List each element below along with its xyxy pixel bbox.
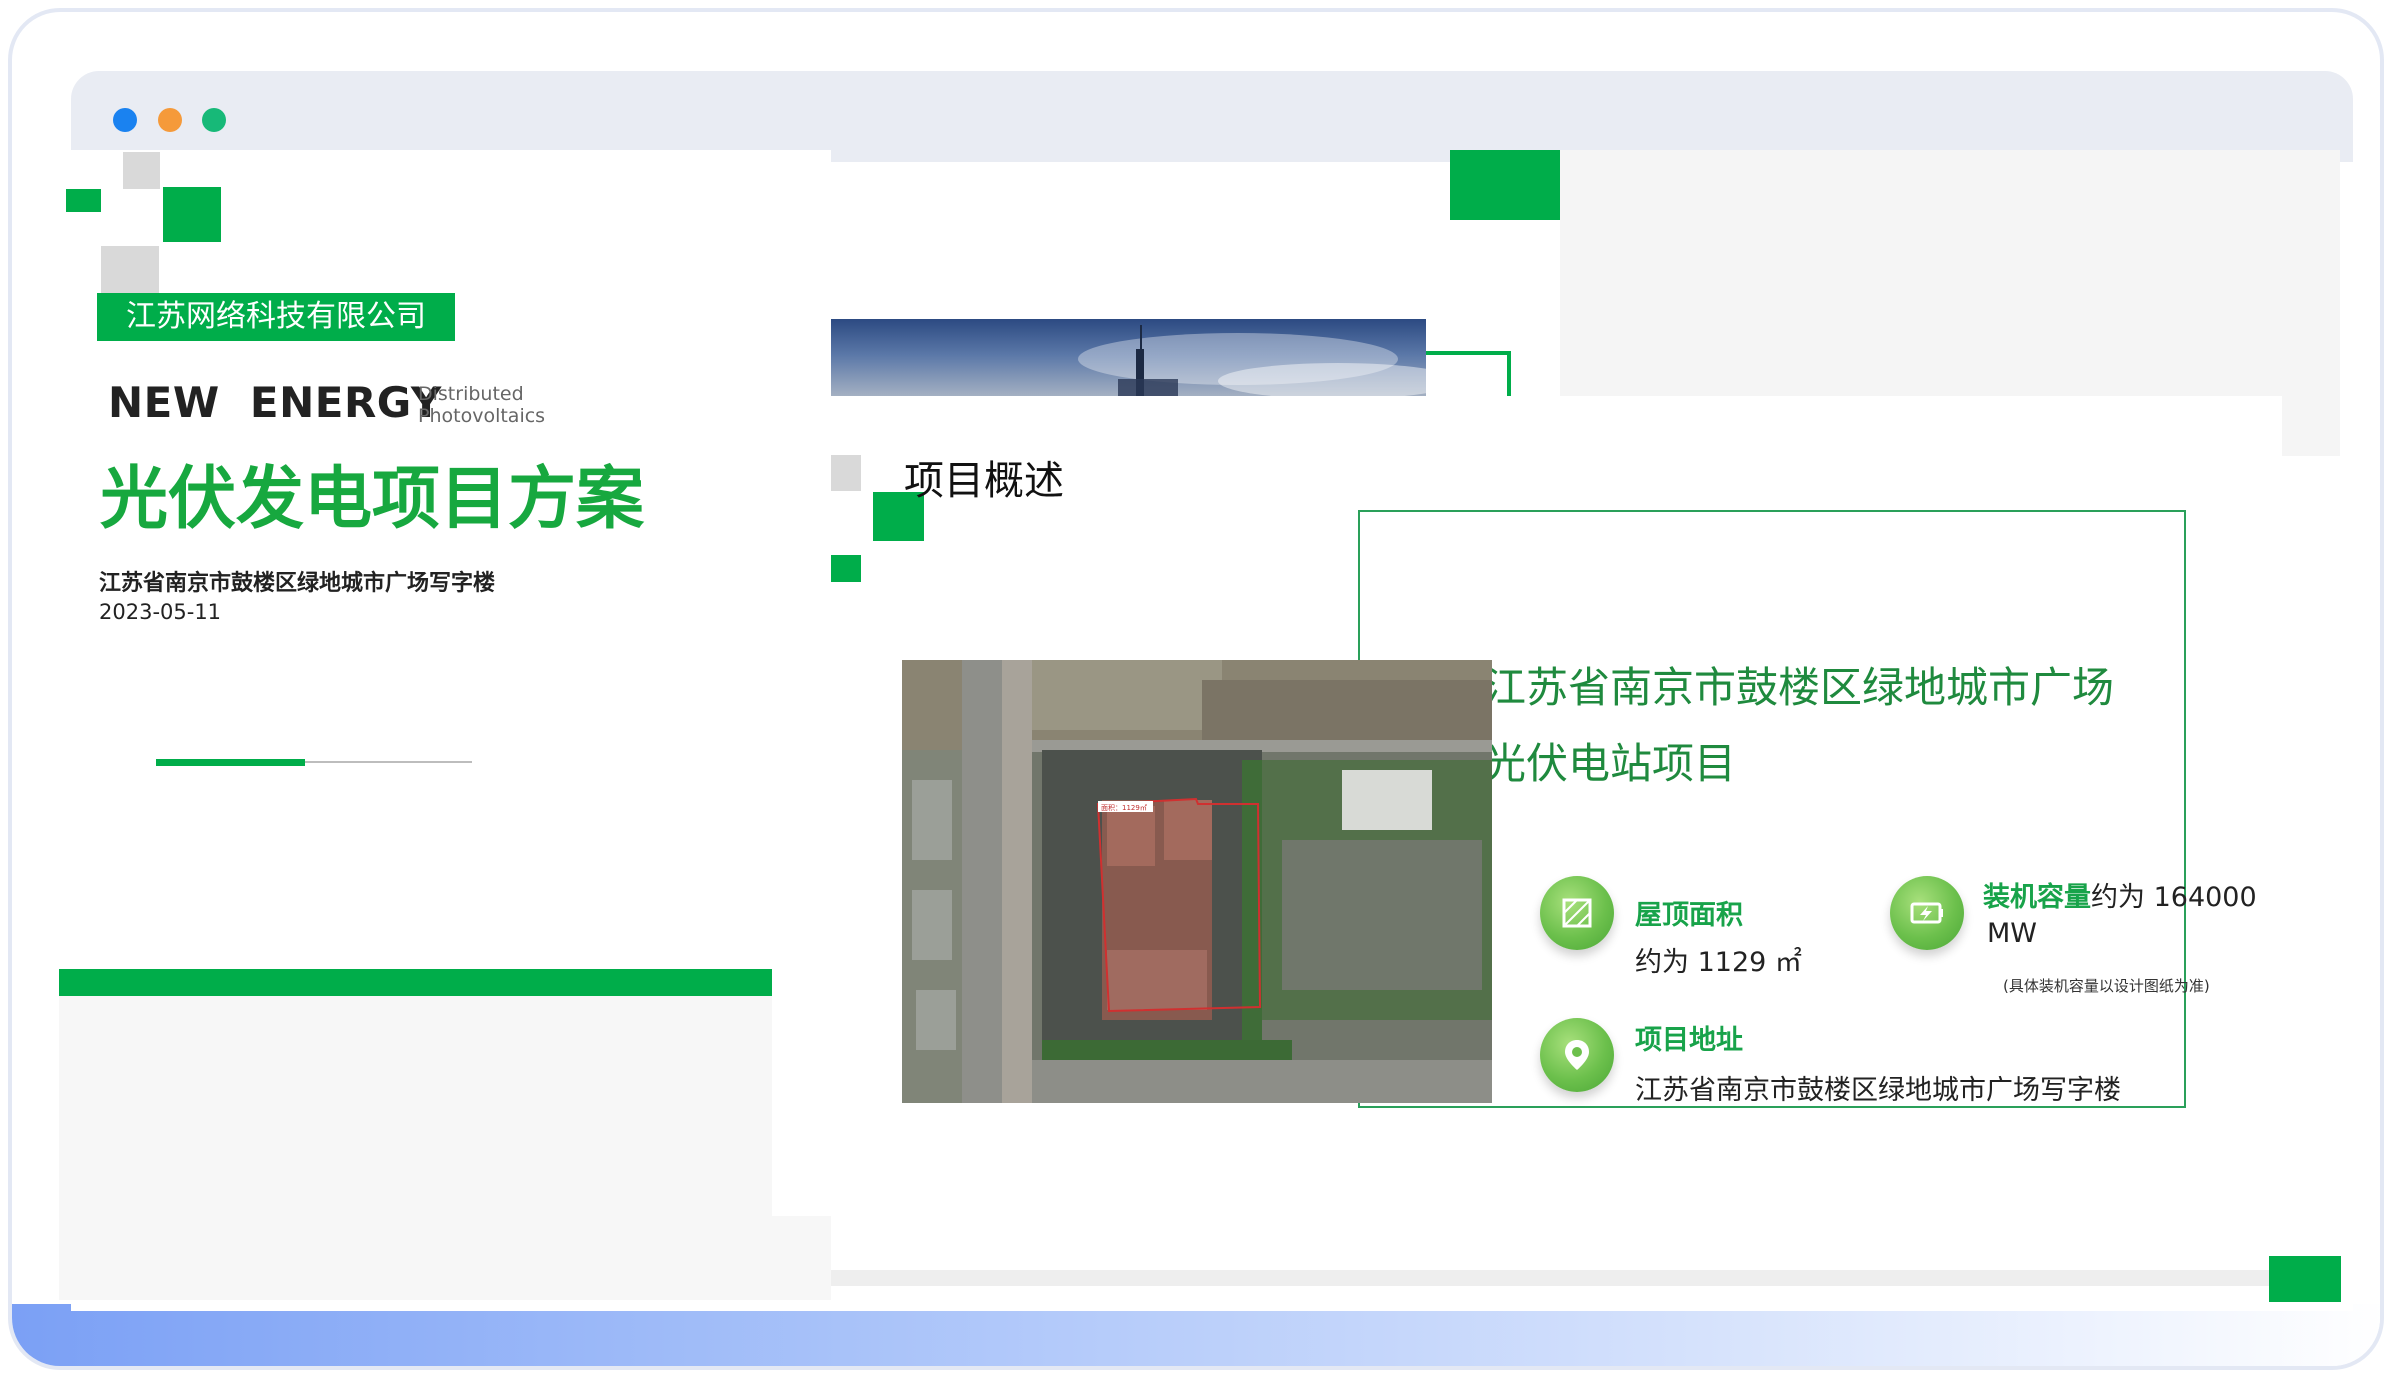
project-title-line-2: 光伏电站项目 — [1484, 739, 1737, 788]
cover-deco-square — [163, 187, 221, 242]
capacity-value: 约为 164000 — [2091, 882, 2257, 913]
company-badge: 江苏网络科技有限公司 — [97, 293, 455, 341]
cover-date: 2023-05-11 — [99, 600, 222, 624]
roof-area-label: 屋顶面积 — [1635, 900, 1743, 931]
city-photo — [818, 319, 1458, 399]
cover-deco-square — [66, 189, 101, 212]
cover-bottom-band — [59, 969, 831, 996]
cover-address: 江苏省南京市鼓楼区绿地城市广场写字楼 — [99, 571, 496, 596]
slide-overview-bottom-strip — [831, 1270, 2341, 1286]
capacity-note: (具体装机容量以设计图纸为准) — [2003, 977, 2210, 995]
address-icon-circle — [1540, 1018, 1614, 1092]
window-titlebar — [71, 71, 2353, 162]
cover-progress-fill — [156, 759, 305, 766]
satellite-image: 面积：1129㎡ — [902, 660, 1492, 1103]
tagline-subtitle: Distributed Photovoltaics — [418, 383, 545, 427]
roof-area-icon-circle — [1540, 876, 1614, 950]
capacity-line: 装机容量约为 164000 — [1983, 875, 2257, 914]
window-maximize-button[interactable] — [202, 108, 226, 132]
address-value: 江苏省南京市鼓楼区绿地城市广场写字楼 — [1635, 1075, 2121, 1106]
slide-back-accent — [1450, 150, 1560, 220]
roof-area-value: 约为 1129 ㎡ — [1635, 947, 1802, 978]
tagline-new-energy: NEW ENERGY — [108, 378, 442, 427]
footer-gradient-bar — [12, 1304, 2380, 1366]
cover-title: 光伏发电项目方案 — [100, 460, 645, 539]
subtitle-line-1: Distributed — [418, 383, 524, 405]
capacity-label: 装机容量 — [1983, 882, 2091, 913]
cover-bottom-area — [59, 996, 831, 1300]
subtitle-line-2: Photovoltaics — [418, 405, 546, 427]
project-title: 江苏省南京市鼓楼区绿地城市广场 光伏电站项目 — [1484, 650, 2114, 802]
section-title: 项目概述 — [904, 458, 1064, 504]
overview-deco-square — [831, 555, 861, 582]
window-minimize-button[interactable] — [158, 108, 182, 132]
area-icon — [1562, 898, 1592, 928]
cover-deco-square — [123, 152, 160, 189]
location-pin-icon — [1565, 1040, 1589, 1070]
window-close-button[interactable] — [113, 108, 137, 132]
battery-icon — [1910, 902, 1943, 924]
capacity-unit: MW — [1987, 918, 2037, 949]
overview-deco-square — [831, 455, 861, 491]
address-label: 项目地址 — [1635, 1025, 1743, 1056]
capacity-icon-circle — [1890, 876, 1964, 950]
satellite-area-tag: 面积：1129㎡ — [1101, 803, 1147, 812]
project-title-line-1: 江苏省南京市鼓楼区绿地城市广场 — [1484, 663, 2115, 712]
overview-corner-square — [2269, 1256, 2341, 1302]
